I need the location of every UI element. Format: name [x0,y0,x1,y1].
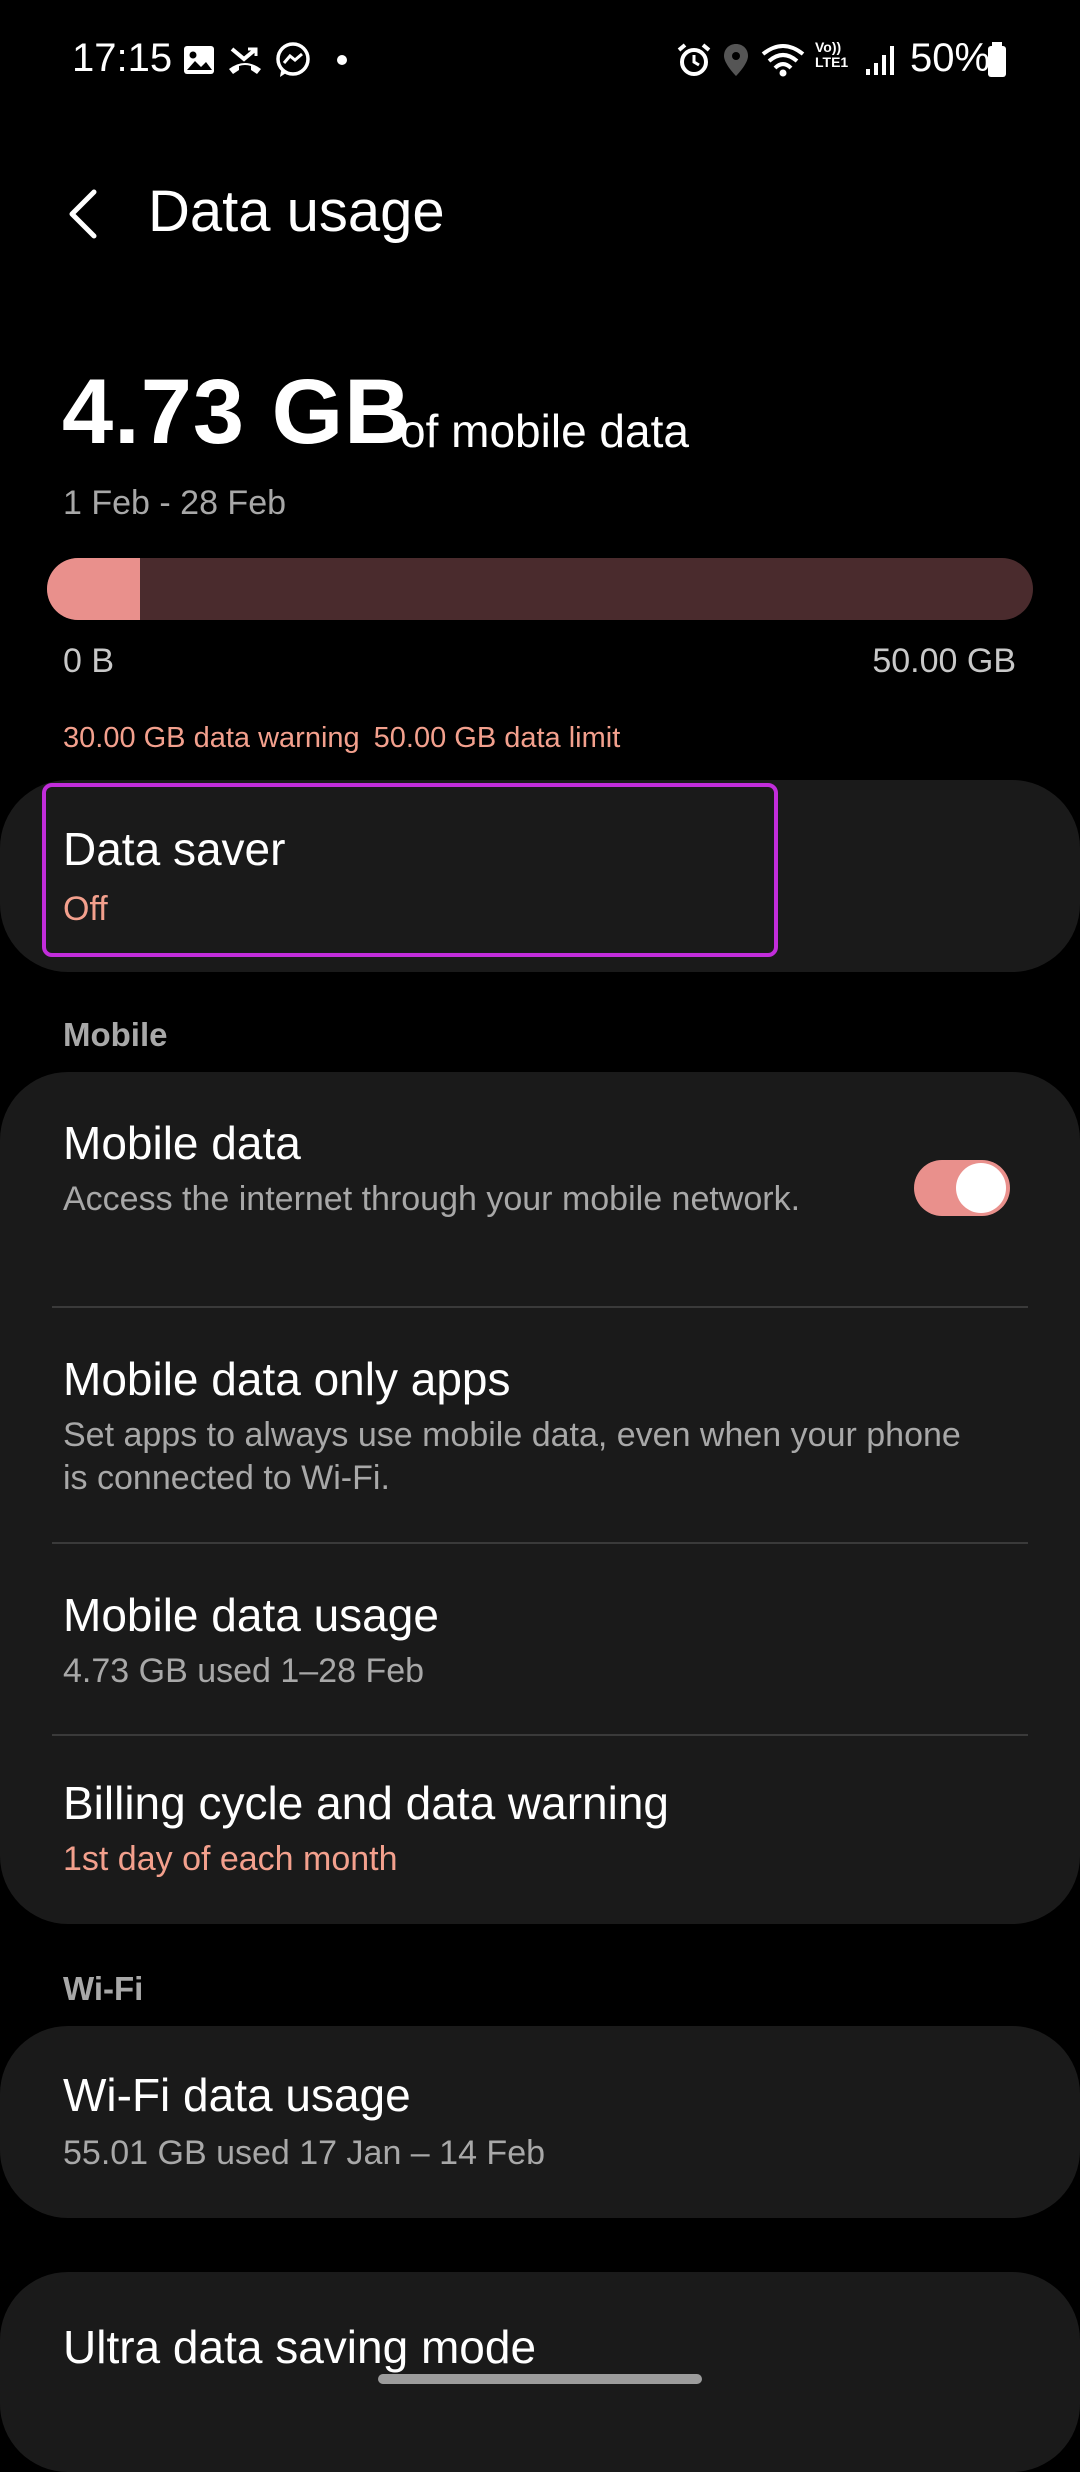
image-icon [182,40,216,80]
section-header-mobile: Mobile [63,1016,168,1053]
battery-percentage: 50% [910,36,991,80]
data-thresholds: 30.00 GB data warning 50.00 GB data limit [63,722,634,755]
usage-suffix: of mobile data [400,405,689,457]
network-type-text: Vo)) LTE1 [815,39,849,70]
mobile-data-usage-row[interactable]: Mobile data usage 4.73 GB used 1–28 Feb [0,1544,1080,1734]
battery-icon [986,40,1008,80]
location-icon [722,40,750,80]
mobile-data-only-apps-title: Mobile data only apps [63,1353,511,1405]
wifi-data-usage-title: Wi-Fi data usage [63,2069,411,2121]
usage-amount: 4.73 GB [62,361,412,463]
mobile-data-toggle[interactable] [914,1160,1010,1216]
usage-period: 1 Feb - 28 Feb [63,484,287,522]
mobile-data-usage-subtitle: 4.73 GB used 1–28 Feb [63,1652,425,1690]
data-warning-text: 30.00 GB data warning [63,722,360,754]
signal-icon [864,40,896,80]
usage-progress-bar [47,558,1033,620]
status-bar: 17:15 Vo)) LTE1 50% [0,0,1080,120]
ultra-data-saving-title: Ultra data saving mode [63,2321,537,2373]
billing-cycle-row[interactable]: Billing cycle and data warning 1st day o… [0,1736,1080,1924]
wifi-icon [760,40,806,80]
volte-label: Vo)) LTE1 [815,40,855,80]
ultra-data-saving-row[interactable]: Ultra data saving mode [0,2272,1080,2472]
back-arrow-icon[interactable] [58,182,114,246]
billing-cycle-subtitle: 1st day of each month [63,1840,398,1878]
data-limit-text: 50.00 GB data limit [373,722,621,754]
alarm-icon [676,40,712,80]
page-title: Data usage [148,179,445,244]
notification-dot-icon [336,40,348,80]
usage-bar-min-label: 0 B [63,642,115,680]
billing-cycle-title: Billing cycle and data warning [63,1777,670,1829]
status-time: 17:15 [72,36,173,80]
data-saver-highlight-box [42,783,778,957]
mobile-data-only-apps-row[interactable]: Mobile data only apps Set apps to always… [0,1308,1080,1544]
messenger-icon [274,40,312,80]
section-header-wifi: Wi-Fi [63,1970,144,2007]
toggle-knob [956,1163,1006,1213]
wifi-data-usage-subtitle: 55.01 GB used 17 Jan – 14 Feb [63,2134,546,2172]
home-indicator[interactable] [378,2374,702,2384]
missed-call-icon [226,40,264,80]
usage-bar-max-label: 50.00 GB [872,642,1016,680]
mobile-data-subtitle: Access the internet through your mobile … [63,1180,801,1218]
wifi-data-usage-row[interactable]: Wi-Fi data usage 55.01 GB used 17 Jan – … [0,2026,1080,2218]
mobile-data-usage-title: Mobile data usage [63,1589,439,1641]
mobile-data-title: Mobile data [63,1117,301,1169]
mobile-data-only-apps-subtitle: Set apps to always use mobile data, even… [63,1416,961,1497]
usage-progress-fill [47,558,141,620]
